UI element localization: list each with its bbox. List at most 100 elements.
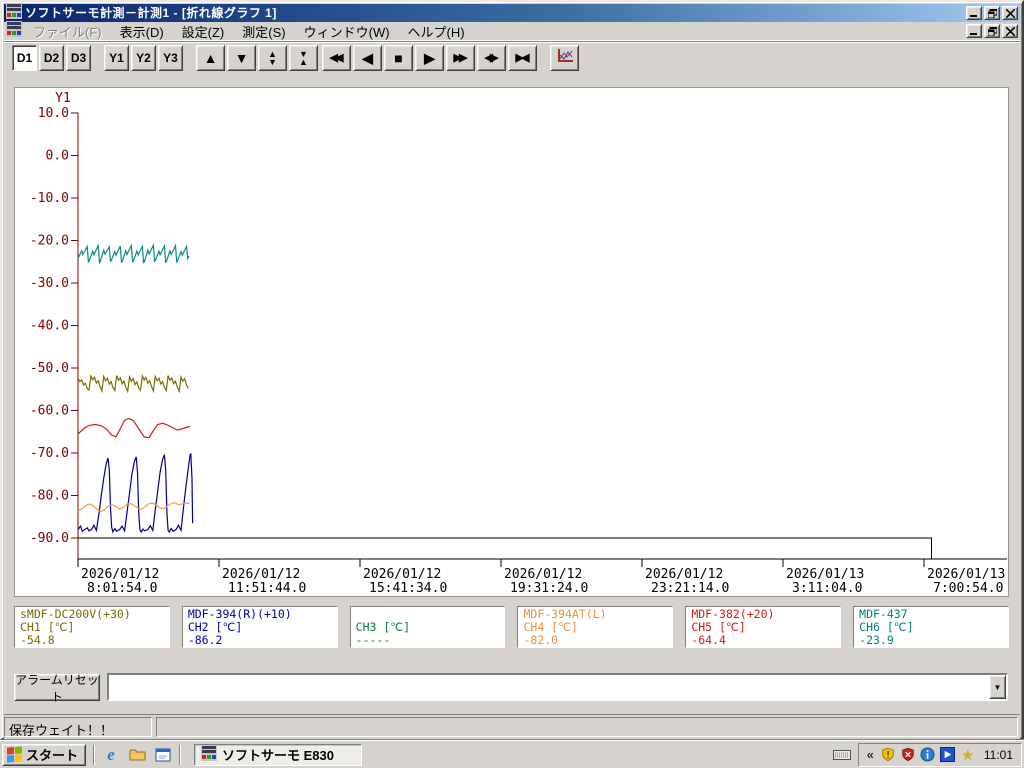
arrow-down-icon: ▼ (235, 51, 249, 65)
toolbar-button-chart[interactable] (550, 45, 579, 71)
y-axis-title: Y1 (55, 91, 71, 106)
svg-text:15:41:34.0: 15:41:34.0 (369, 581, 447, 596)
svg-text:2026/01/12: 2026/01/12 (363, 567, 441, 582)
toolbar-button-rewind[interactable]: ◀◀ (322, 45, 351, 71)
menu-f[interactable]: ファイル(F) (24, 21, 111, 42)
status-pane-secondary (156, 717, 1018, 737)
arrow-up-icon: ▲ (204, 51, 218, 65)
legend-cell-ch4: MDF-394AT(L)CH4 [℃]-82.0 (517, 606, 673, 648)
toolbar-button-collapse-horizontal[interactable]: ▶◀ (508, 45, 537, 71)
svg-text:2026/01/12: 2026/01/12 (222, 567, 300, 582)
toolbar-button-arrow-left[interactable]: ◀ (353, 45, 382, 71)
quick-launch-bar: e (102, 746, 172, 764)
menu-s[interactable]: 測定(S) (233, 21, 294, 42)
legend-cell-ch6: MDF-437CH6 [℃]-23.9 (853, 606, 1009, 648)
legend-cell-ch3: CH3 [℃]----- (350, 606, 506, 648)
series-ch4 (78, 503, 190, 512)
menu-z[interactable]: 設定(Z) (173, 21, 234, 42)
menubar: ファイル(F)表示(D)設定(Z)測定(S)ウィンドウ(W)ヘルプ(H) (4, 22, 1020, 41)
svg-text:2026/01/13: 2026/01/13 (927, 567, 1005, 582)
alarm-combobox[interactable]: ▼ (107, 673, 1008, 701)
expand-horizontal-icon: ◀▶ (485, 52, 496, 64)
channel-value: -82.0 (523, 634, 672, 647)
star-icon[interactable]: ★ (960, 747, 976, 763)
series-ch2 (78, 454, 193, 532)
svg-text:-60.0: -60.0 (30, 404, 69, 419)
toolbar-button-d1[interactable]: D1 (12, 45, 37, 71)
toolbar-button-y1[interactable]: Y1 (104, 45, 129, 71)
toolbar-button-d3[interactable]: D3 (66, 45, 91, 71)
toolbar-button-y2[interactable]: Y2 (131, 45, 156, 71)
toolbar-button-arrow-right[interactable]: ▶ (415, 45, 444, 71)
window-restore-button[interactable] (984, 6, 1000, 20)
series-ch5 (78, 419, 190, 438)
windows-logo-icon (7, 746, 22, 763)
system-tray: « ★ 11:01 (858, 743, 1022, 767)
window-close-button[interactable] (1002, 6, 1018, 20)
window-shortcut-icon[interactable] (154, 746, 172, 764)
toolbar-button-arrow-down[interactable]: ▼ (227, 45, 256, 71)
info-balloon-icon[interactable] (920, 747, 936, 763)
fast-forward-icon: ▶▶ (454, 52, 465, 64)
chart-icon (556, 48, 574, 67)
internet-explorer-icon[interactable]: e (102, 746, 120, 764)
toolbar-button-expand-vertical[interactable]: ▲▼ (258, 45, 287, 71)
toolbar-button-expand-horizontal[interactable]: ◀▶ (477, 45, 506, 71)
keyboard-icon[interactable] (833, 749, 851, 761)
window-title: ソフトサーモ計測－計測1 - [折れ線グラフ 1] (25, 5, 963, 21)
combobox-dropdown-button[interactable]: ▼ (989, 675, 1006, 699)
start-button-label: スタート (26, 745, 78, 764)
shield-warning-icon[interactable] (880, 747, 896, 763)
svg-text:10.0: 10.0 (38, 106, 69, 121)
menu-w[interactable]: ウィンドウ(W) (295, 21, 399, 42)
series-ch6 (78, 245, 189, 262)
start-button[interactable]: スタート (2, 744, 86, 766)
channel-value: -54.8 (20, 634, 169, 647)
taskbar-task-button[interactable]: ソフトサーモ E830 (194, 744, 362, 766)
collapse-vertical-icon: ▼▲ (299, 50, 308, 66)
channel-value: -23.9 (859, 634, 1008, 647)
app-icon (201, 745, 217, 764)
svg-text:2026/01/12: 2026/01/12 (81, 567, 159, 582)
svg-text:2026/01/12: 2026/01/12 (504, 567, 582, 582)
menu-h[interactable]: ヘルプ(H) (399, 21, 474, 42)
legend-cell-ch1: sMDF-DC200V(+30)CH1 [℃]-54.8 (14, 606, 170, 648)
series-ch1 (78, 376, 188, 392)
task-button-label: ソフトサーモ E830 (222, 745, 334, 764)
alarm-reset-button[interactable]: アラームリセット (14, 674, 100, 701)
svg-text:19:31:24.0: 19:31:24.0 (510, 581, 588, 596)
menu-items: ファイル(F)表示(D)設定(Z)測定(S)ウィンドウ(W)ヘルプ(H) (24, 21, 964, 42)
svg-text:23:21:14.0: 23:21:14.0 (651, 581, 729, 596)
shield-error-icon[interactable] (900, 747, 916, 763)
app-window: ソフトサーモ計測－計測1 - [折れ線グラフ 1] ファイル(F)表示(D)設定… (0, 0, 1024, 740)
folder-icon[interactable] (128, 746, 146, 764)
toolbar-button-stop[interactable]: ■ (384, 45, 413, 71)
toolbar-button-y3[interactable]: Y3 (158, 45, 183, 71)
play-square-icon[interactable] (940, 747, 956, 763)
document-close-button[interactable] (1002, 24, 1018, 38)
graph-panel: Y110.00.0-10.0-20.0-30.0-40.0-50.0-60.0-… (14, 87, 1009, 597)
svg-text:7:00:54.0: 7:00:54.0 (933, 581, 1003, 596)
window-minimize-button[interactable] (966, 6, 982, 20)
rewind-icon: ◀◀ (330, 52, 341, 64)
toolbar: D1D2D3Y1Y2Y3▲▼▲▼▼▲◀◀◀■▶▶▶◀▶▶◀ (4, 41, 1020, 73)
alarm-combobox-value[interactable] (109, 675, 989, 699)
svg-text:-30.0: -30.0 (30, 276, 69, 291)
document-restore-button[interactable] (984, 24, 1000, 38)
svg-text:-20.0: -20.0 (30, 234, 69, 249)
arrow-left-icon: ◀ (362, 51, 373, 65)
channel-value: -86.2 (188, 634, 337, 647)
svg-text:-40.0: -40.0 (30, 319, 69, 334)
document-minimize-button[interactable] (966, 24, 982, 38)
toolbar-button-collapse-vertical[interactable]: ▼▲ (289, 45, 318, 71)
stop-icon: ■ (394, 51, 402, 65)
toolbar-button-arrow-up[interactable]: ▲ (196, 45, 225, 71)
svg-text:11:51:44.0: 11:51:44.0 (228, 581, 306, 596)
chevron-down-icon: ▼ (994, 683, 1002, 692)
tray-chevron-icon[interactable]: « (865, 747, 876, 762)
toolbar-button-d2[interactable]: D2 (39, 45, 64, 71)
taskbar-separator (93, 745, 95, 765)
legend-cell-ch2: MDF-394(R)(+10)CH2 [℃]-86.2 (182, 606, 338, 648)
toolbar-button-fast-forward[interactable]: ▶▶ (446, 45, 475, 71)
menu-d[interactable]: 表示(D) (111, 21, 173, 42)
